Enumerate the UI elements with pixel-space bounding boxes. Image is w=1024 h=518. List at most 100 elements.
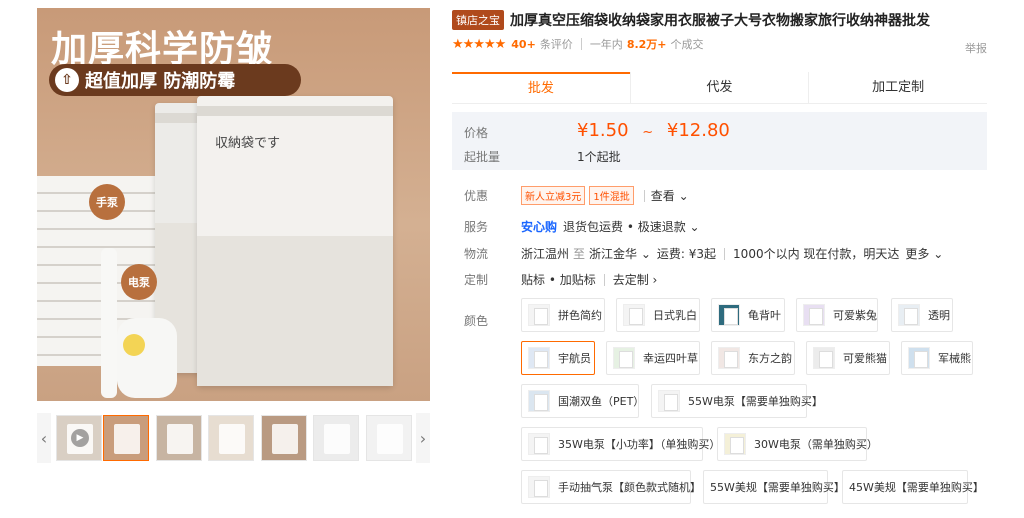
logistics-from: 浙江温州 — [521, 247, 570, 261]
service-label: 服务 — [464, 220, 489, 234]
service-row: 安心购 退货包运费 • 极速退款 ⌄ — [521, 218, 700, 235]
rating-row: ★★★★★ 40+ 条评价 一年内 8.2万+ 个成交 — [452, 36, 704, 52]
offer-label: 优惠 — [464, 189, 489, 203]
review-count[interactable]: 40+ — [511, 38, 536, 51]
sku-label: 透明 — [928, 309, 950, 322]
arrow-up-icon: ⇧ — [55, 68, 79, 92]
swatch-icon — [613, 347, 635, 369]
sku-option[interactable]: 拼色简约 — [521, 298, 605, 332]
thumbnail-5[interactable] — [313, 415, 359, 461]
report-link[interactable]: 举报 — [965, 40, 987, 56]
price-box: 价格 ¥1.50 ~ ¥12.80 起批量 1个起批 — [452, 112, 987, 170]
sku-option[interactable]: 幸运四叶草 — [606, 341, 700, 375]
logistics-to-select[interactable]: 浙江金华 ⌄ — [589, 245, 651, 262]
sku-label: 幸运四叶草 — [643, 352, 698, 365]
price-low: ¥1.50 — [577, 120, 629, 141]
sku-option[interactable]: 龟背叶 — [711, 298, 785, 332]
moq-label: 起批量 — [464, 150, 501, 164]
thumbnail-1[interactable] — [103, 415, 149, 461]
service-brand[interactable]: 安心购 — [521, 218, 557, 235]
sku-option[interactable]: 可爱紫兔 — [796, 298, 878, 332]
swatch-icon — [658, 390, 680, 412]
play-icon: ▶ — [71, 429, 89, 447]
price-range: ¥1.50 ~ ¥12.80 — [577, 120, 730, 141]
tag-manual-pump: 手泵 — [89, 184, 125, 220]
sku-option[interactable]: 55W美规【需要单独购买】 — [703, 470, 845, 504]
offer-tag-new-user: 新人立减3元 — [521, 186, 586, 205]
main-product-image[interactable]: 収納袋です 手泵 电泵 加厚科学防皱 ⇧ 超值加厚 防潮防霉 — [37, 8, 430, 401]
service-items[interactable]: 退货包运费 • 极速退款 ⌄ — [563, 218, 700, 235]
sku-option[interactable]: 东方之韵 — [711, 341, 795, 375]
hand-pump — [101, 248, 117, 398]
sku-label: 拼色简约 — [558, 309, 602, 322]
swatch-icon — [718, 347, 740, 369]
thumbnail-video[interactable]: ▶ — [56, 415, 102, 461]
sku-label: 国潮双鱼（PET） — [558, 395, 645, 408]
swatch-icon — [803, 304, 825, 326]
thumbnail-2[interactable] — [156, 415, 202, 461]
bag-label: 収納袋です — [215, 136, 281, 151]
thumbnail-6[interactable] — [366, 415, 412, 461]
swatch-icon — [528, 304, 550, 326]
logistics-label: 物流 — [464, 247, 489, 261]
tab-dropship[interactable]: 代发 — [629, 72, 809, 103]
product-page: 収納袋です 手泵 电泵 加厚科学防皱 ⇧ 超值加厚 防潮防霉 ‹ ▶ › 镇店之… — [0, 0, 1024, 518]
sku-option[interactable]: 45W美规【需要单独购买】 — [842, 470, 984, 504]
store-treasure-badge: 镇店之宝 — [452, 10, 504, 30]
sku-option[interactable]: 日式乳白 — [616, 298, 700, 332]
offer-tag-mixed: 1件混批 — [589, 186, 634, 205]
logistics-more[interactable]: 更多 ⌄ — [905, 245, 943, 262]
sku-option[interactable]: 军械熊 — [901, 341, 973, 375]
swatch-icon — [813, 347, 835, 369]
swatch-icon — [898, 304, 920, 326]
thumb-prev-button[interactable]: ‹ — [37, 413, 51, 463]
rating-stars-icon: ★★★★★ — [452, 36, 506, 52]
custom-label: 定制 — [464, 273, 489, 287]
custom-value: 贴标 • 加贴标 — [521, 273, 596, 287]
sku-label: 30W电泵（需单独购买） — [754, 438, 878, 451]
sku-option[interactable]: 30W电泵（需单独购买） — [717, 427, 878, 461]
sku-option[interactable]: 国潮双鱼（PET） — [521, 384, 644, 418]
thumbnail-strip: ‹ ▶ › — [37, 413, 430, 463]
custom-link[interactable]: 去定制 › — [613, 271, 658, 288]
thumbnail-3[interactable] — [208, 415, 254, 461]
color-label: 颜色 — [464, 314, 489, 328]
logistics-row: 浙江温州 至 浙江金华 ⌄ 运费: ¥3起 1000个以内 现在付款，明天达 更… — [521, 245, 943, 262]
tag-electric-pump: 电泵 — [121, 264, 157, 300]
swatch-icon — [718, 304, 740, 326]
logistics-fee: 运费: ¥3起 — [656, 247, 717, 261]
tab-wholesale[interactable]: 批发 — [452, 72, 630, 103]
offer-row: 新人立减3元 1件混批 查看 ⌄ — [521, 186, 689, 205]
logistics-note: 1000个以内 现在付款，明天达 — [733, 247, 900, 261]
price-tilde: ~ — [642, 125, 654, 140]
sku-option-selected[interactable]: 宇航员 — [521, 341, 595, 375]
thumbnail-4[interactable] — [261, 415, 307, 461]
sku-option[interactable]: 35W电泵【小功率】（单独购买） — [521, 427, 720, 461]
thumb-next-button[interactable]: › — [416, 413, 430, 463]
sku-label: 龟背叶 — [748, 309, 781, 322]
sku-label: 军械熊 — [938, 352, 971, 365]
sku-label: 45W美规【需要单独购买】 — [849, 481, 984, 494]
custom-row: 贴标 • 加贴标 去定制 › — [521, 271, 657, 288]
sku-option[interactable]: 透明 — [891, 298, 953, 332]
product-title: 加厚真空压缩袋收纳袋家用衣服被子大号衣物搬家旅行收纳神器批发 — [510, 13, 930, 29]
sku-option[interactable]: 55W电泵【需要单独购买】 — [651, 384, 823, 418]
logistics-to-word: 至 — [573, 247, 586, 261]
sku-option[interactable]: 可爱熊猫 — [806, 341, 890, 375]
sku-label: 可爱紫兔 — [833, 309, 877, 322]
sku-label: 东方之韵 — [748, 352, 792, 365]
swatch-icon — [908, 347, 930, 369]
sku-label: 55W美规【需要单独购买】 — [710, 481, 845, 494]
price-high: ¥12.80 — [666, 120, 730, 141]
image-pill-text: 超值加厚 防潮防霉 — [85, 71, 236, 92]
sku-label: 可爱熊猫 — [843, 352, 887, 365]
offer-view-link[interactable]: 查看 ⌄ — [651, 187, 689, 204]
image-pill: ⇧ 超值加厚 防潮防霉 — [49, 64, 301, 96]
sku-label: 日式乳白 — [653, 309, 697, 322]
sku-option[interactable]: 手动抽气泵【颜色款式随机】 — [521, 470, 701, 504]
sku-label: 宇航员 — [558, 352, 591, 365]
review-label[interactable]: 条评价 — [540, 36, 573, 52]
swatch-icon — [623, 304, 645, 326]
price-label: 价格 — [464, 126, 489, 140]
tab-custom-processing[interactable]: 加工定制 — [808, 72, 987, 103]
